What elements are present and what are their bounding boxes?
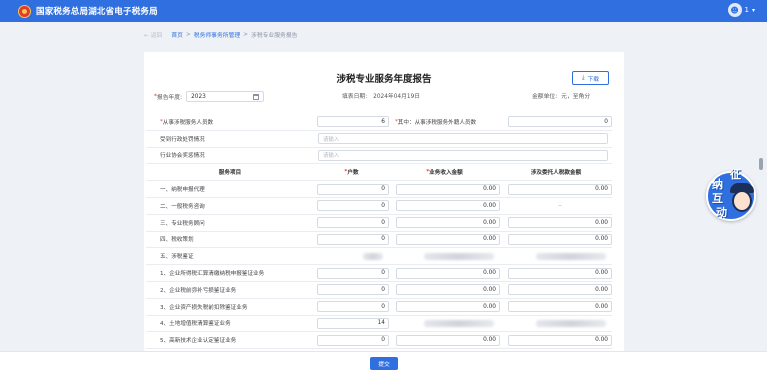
service-item-label: 2、企业税前弥补亏损鉴证业务 [160, 287, 237, 294]
submit-button[interactable]: 提交 [370, 357, 398, 370]
table-row: 5、高新技术企业认定鉴证业务 0 0.00 0.00 [146, 332, 612, 350]
report-year-field: * 报告年度: 2023 [154, 91, 265, 102]
calendar-icon [253, 93, 260, 100]
households-input[interactable]: 0 [317, 183, 389, 195]
households-input[interactable]: 0 [317, 267, 389, 279]
tax-emblem-icon [18, 4, 31, 18]
income-input[interactable]: 0.00 [396, 267, 500, 279]
service-item-label: 4、土地增值税清算鉴证业务 [160, 321, 231, 328]
staff-count-input[interactable]: 6 [317, 116, 389, 128]
households-input[interactable]: 0 [317, 334, 389, 346]
user-avatar-icon[interactable]: ☻ [727, 3, 742, 17]
households-input[interactable]: 0 [317, 284, 389, 296]
staff-row: * 从事涉税服务人员数 6 * 其中：从事涉税服务外籍人员数 0 [146, 114, 612, 131]
fill-date: 填表日期: 2024年04月19日 [342, 94, 421, 100]
income-input[interactable]: 0.00 [396, 183, 500, 195]
income-input[interactable]: 0.00 [396, 334, 500, 346]
income-input[interactable]: 0.00 [396, 284, 500, 296]
table-row: 4、土地增值税清算鉴证业务 14 [146, 316, 612, 333]
tax-input[interactable]: 0.00 [508, 267, 612, 279]
income-input[interactable]: 0.00 [396, 217, 500, 229]
association-row: 行业协会奖惩情况 请输入 [146, 148, 612, 165]
service-item-label: 五、涉税鉴证 [160, 254, 194, 261]
households-input[interactable]: 0 [317, 217, 389, 229]
breadcrumb: ← 返回 首页 > 税务师事务所管理 > 涉税专业服务报告 [144, 30, 298, 40]
income-redacted [424, 252, 494, 260]
households-input[interactable]: 0 [317, 301, 389, 313]
chevron-down-icon[interactable]: ▾ [752, 7, 755, 14]
households-input[interactable]: 0 [317, 200, 389, 212]
penalty-input[interactable]: 请输入 [318, 133, 608, 145]
tax-input[interactable]: 0.00 [508, 217, 612, 229]
service-item-label: 二、一般税务咨询 [160, 203, 205, 210]
households-input[interactable]: 14 [317, 317, 389, 329]
tax-redacted [536, 252, 606, 260]
penalty-row: 受到行政处罚情况 请输入 [146, 131, 612, 148]
report-card: 涉税专业服务年度报告 ⤓ 下载 * 报告年度: 2023 填表日期: 2024年… [144, 52, 624, 352]
col-header-income: * 业务收入金额 [426, 169, 463, 177]
income-input[interactable]: 0.00 [396, 301, 500, 313]
top-bar: 国家税务总局湖北省电子税务局 ☻ 1 ▾ [0, 0, 767, 22]
table-row: 三、专业税务顾问 0 0.00 0.00 [146, 215, 612, 232]
amount-unit: 金额单位: 元，至角分 [532, 94, 591, 100]
income-input[interactable]: 0.00 [396, 200, 500, 212]
report-table: * 从事涉税服务人员数 6 * 其中：从事涉税服务外籍人员数 0 受到行政处罚情况 … [146, 114, 612, 350]
service-item-label: 1、企业所得税汇算清缴纳税申报鉴证业务 [160, 271, 265, 278]
tax-empty: -- [557, 202, 563, 209]
table-row: 二、一般税务咨询 0 0.00 -- [146, 198, 612, 215]
app-title: 国家税务总局湖北省电子税务局 [36, 7, 158, 17]
tax-input[interactable]: 0.00 [508, 233, 612, 245]
col-header-households: * 户数 [344, 169, 359, 177]
table-row: 2、企业税前弥补亏损鉴证业务 0 0.00 0.00 [146, 282, 612, 299]
table-row: 五、涉税鉴证 [146, 248, 612, 266]
tax-redacted [536, 319, 606, 327]
service-item-label: 5、高新技术企业认定鉴证业务 [160, 338, 237, 345]
breadcrumb-separator: > [243, 31, 249, 38]
page-title: 涉税专业服务年度报告 [336, 74, 432, 85]
user-menu[interactable]: ☻ 1 ▾ [727, 3, 755, 17]
download-button[interactable]: ⤓ 下载 [572, 71, 609, 85]
breadcrumb-separator: > [185, 31, 191, 38]
households-redacted [363, 252, 383, 260]
tax-input[interactable]: 0.00 [508, 183, 612, 195]
download-icon: ⤓ [581, 74, 585, 81]
mascot-face-icon [732, 190, 752, 212]
col-header-item: 服务项目 [218, 170, 242, 177]
breadcrumb-parent[interactable]: 税务师事务所管理 [194, 30, 240, 39]
service-item-label: 3、企业资产损失税前扣除鉴证业务 [160, 304, 248, 311]
households-input[interactable]: 0 [317, 233, 389, 245]
table-row: 一、纳税申报代理 0 0.00 0.00 [146, 181, 612, 198]
interaction-widget[interactable]: 征 纳 互 动 [704, 166, 762, 226]
table-body: 一、纳税申报代理 0 0.00 0.00 二、一般税务咨询 0 0.00 -- 三、专业税务顾问… [146, 181, 612, 350]
service-item-label: 三、专业税务顾问 [160, 220, 205, 227]
widget-char: 动 [716, 206, 727, 219]
association-input[interactable]: 请输入 [318, 149, 608, 161]
report-year-picker[interactable]: 2023 [186, 91, 265, 102]
breadcrumb-current: 涉税专业服务报告 [251, 33, 298, 39]
tax-input[interactable]: 0.00 [508, 301, 612, 313]
service-item-label: 四、税收策划 [160, 237, 194, 244]
widget-char: 征 [730, 168, 741, 181]
external-staff-input[interactable]: 0 [508, 116, 612, 128]
user-label[interactable]: 1 [745, 6, 749, 14]
table-header: 服务项目 * 户数 * 业务收入金额 涉及委托人税款金额 [146, 164, 612, 182]
bottom-bar: 提交 [0, 351, 767, 374]
table-row: 3、企业资产损失税前扣除鉴证业务 0 0.00 0.00 [146, 299, 612, 316]
tax-input[interactable]: 0.00 [508, 284, 612, 296]
tax-input[interactable]: 0.00 [508, 334, 612, 346]
income-redacted [424, 319, 494, 327]
table-row: 四、税收策划 0 0.00 0.00 [146, 232, 612, 249]
service-item-label: 一、纳税申报代理 [160, 187, 205, 194]
back-link[interactable]: ← 返回 [144, 30, 162, 39]
table-row: 1、企业所得税汇算清缴纳税申报鉴证业务 0 0.00 0.00 [146, 265, 612, 282]
report-year-label: 报告年度: [156, 95, 183, 101]
col-header-tax: 涉及委托人税款金额 [530, 170, 582, 177]
income-input[interactable]: 0.00 [396, 233, 500, 245]
breadcrumb-home[interactable]: 首页 [171, 30, 183, 39]
